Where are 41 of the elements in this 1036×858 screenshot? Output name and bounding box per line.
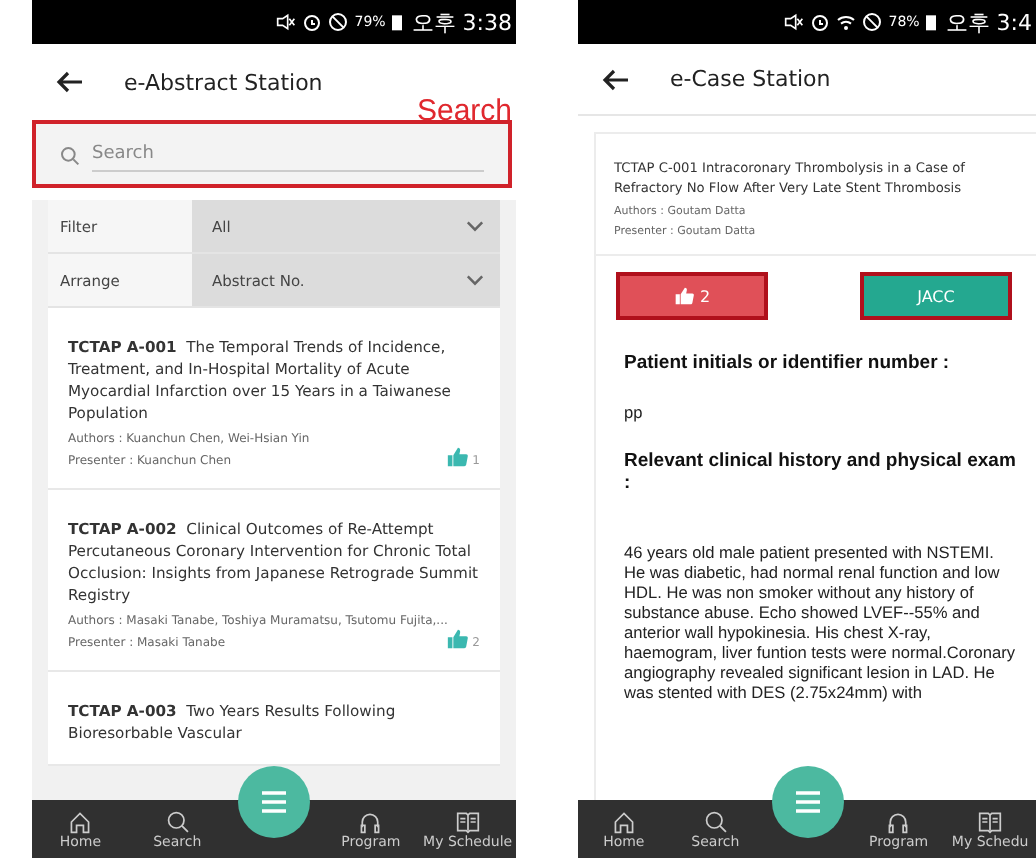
block-icon bbox=[862, 12, 883, 32]
block-icon bbox=[328, 12, 349, 32]
screen-title: e-Abstract Station bbox=[124, 69, 323, 95]
section-body: 46 years old male patient presented with NSTEMI. He was diabetic, had normal renal function and low HDL. He was non smoker without any history of substance abuse. Echo showed LVEF--55% and anterior wall hypokinesia. His chest X-ray, haemogram, liver funtion tests were normal.Coronary angiography revealed significant lesion in LAD. He was stented with DES (2.75x24mm) with bbox=[624, 542, 1016, 702]
section-heading: Relevant clinical history and physical exam : bbox=[624, 450, 1016, 494]
headphones-icon bbox=[886, 809, 911, 833]
menu-icon bbox=[260, 790, 288, 814]
abstract-card[interactable] bbox=[48, 308, 500, 490]
battery-icon bbox=[925, 12, 936, 32]
chevron-down-icon bbox=[466, 220, 484, 232]
back-arrow-icon[interactable] bbox=[56, 70, 84, 94]
back-arrow-icon[interactable] bbox=[602, 67, 630, 91]
headphones-icon bbox=[358, 809, 383, 833]
alarm-icon bbox=[302, 12, 323, 32]
section-body: pp bbox=[624, 402, 645, 422]
chevron-down-icon bbox=[466, 274, 484, 286]
mute-icon bbox=[784, 12, 805, 32]
search-icon bbox=[165, 809, 190, 833]
search-field[interactable]: Search bbox=[92, 140, 484, 172]
search-bar[interactable]: Search bbox=[32, 120, 512, 188]
status-time: 오후 3:38 bbox=[411, 7, 512, 37]
search-icon bbox=[60, 146, 80, 166]
thumbs-up-icon[interactable] bbox=[446, 446, 469, 468]
book-icon bbox=[978, 809, 1003, 833]
wifi-icon bbox=[836, 12, 857, 32]
alarm-icon bbox=[810, 12, 831, 32]
thumbs-up-icon bbox=[673, 286, 694, 306]
abstract-card[interactable] bbox=[48, 490, 500, 672]
menu-button[interactable] bbox=[238, 766, 310, 838]
screen-title: e-Case Station bbox=[670, 66, 831, 92]
search-icon bbox=[703, 809, 728, 833]
home-icon bbox=[611, 809, 636, 833]
thumbs-up-icon[interactable] bbox=[446, 628, 469, 650]
section-heading: Patient initials or identifier number : bbox=[624, 352, 952, 374]
book-icon bbox=[455, 809, 480, 833]
mute-icon bbox=[276, 12, 297, 32]
battery-icon bbox=[391, 12, 402, 32]
menu-icon bbox=[793, 790, 821, 814]
status-time: 오후 3:4 bbox=[945, 7, 1032, 37]
like-button[interactable]: 2 bbox=[616, 272, 768, 320]
home-icon bbox=[68, 809, 93, 833]
